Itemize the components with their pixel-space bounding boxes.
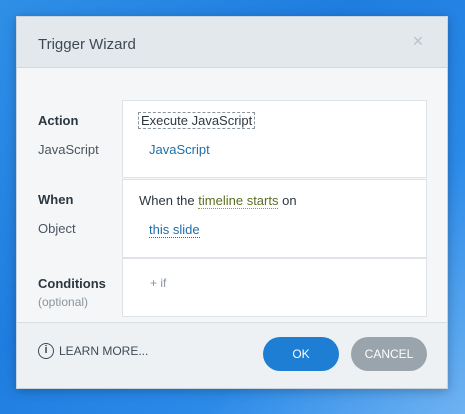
when-prefix: When the (139, 193, 195, 208)
conditions-label: Conditions (38, 276, 106, 291)
javascript-link[interactable]: JavaScript (149, 142, 210, 157)
action-select[interactable]: Execute JavaScript (138, 112, 256, 129)
title-bar: Trigger Wizard × (17, 17, 447, 68)
object-label: Object (38, 221, 76, 236)
dialog-title: Trigger Wizard (38, 36, 136, 53)
javascript-label: JavaScript (38, 142, 99, 157)
learn-more-label: LEARN MORE... (59, 344, 149, 358)
action-card: Execute JavaScript JavaScript (122, 100, 427, 178)
object-link[interactable]: this slide (149, 222, 200, 238)
learn-more-link[interactable]: i LEARN MORE... (38, 343, 148, 359)
wizard-body: Action JavaScript Execute JavaScript Jav… (17, 68, 447, 323)
optional-label: (optional) (38, 295, 89, 309)
conditions-card: + if (122, 258, 427, 317)
when-suffix: on (282, 193, 297, 208)
action-row: Action JavaScript Execute JavaScript Jav… (17, 68, 447, 178)
when-card: When the timeline starts on this slide (122, 179, 427, 258)
when-sentence: When the timeline starts on (139, 193, 297, 209)
when-label: When (38, 192, 74, 207)
ok-button[interactable]: OK (263, 337, 339, 371)
trigger-wizard-dialog: Trigger Wizard × Action JavaScript Execu… (16, 16, 448, 389)
info-icon: i (38, 343, 54, 359)
close-icon[interactable]: × (411, 32, 425, 50)
dialog-footer: i LEARN MORE... OK CANCEL (17, 323, 447, 388)
action-label: Action (38, 113, 79, 128)
add-condition-button[interactable]: + if (150, 276, 166, 290)
cancel-button[interactable]: CANCEL (351, 337, 427, 371)
event-select[interactable]: timeline starts (198, 193, 279, 209)
